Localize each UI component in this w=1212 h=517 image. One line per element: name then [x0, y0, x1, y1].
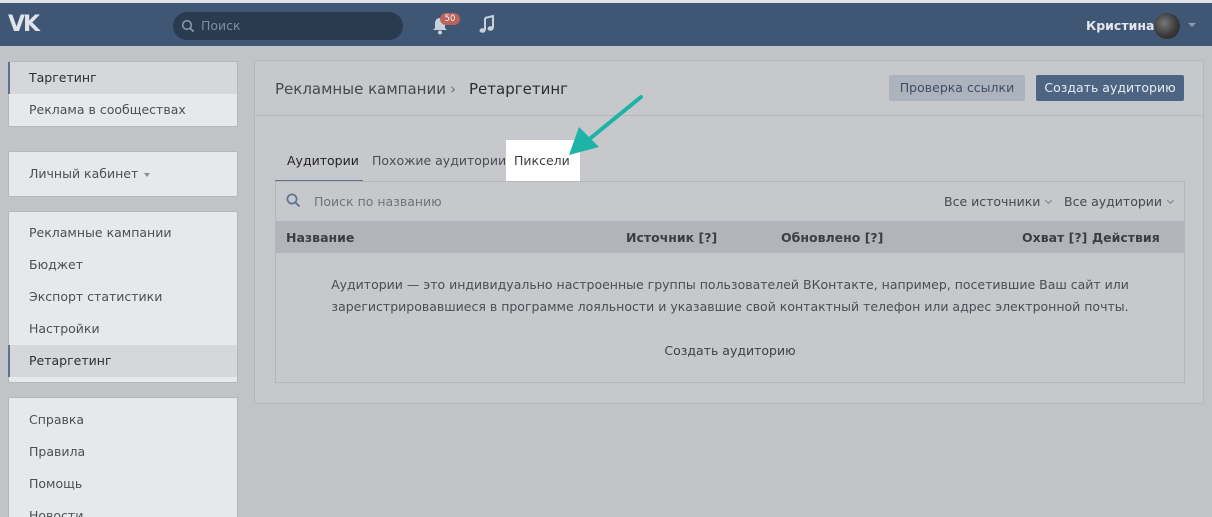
check-link-button[interactable]: Проверка ссылки — [889, 75, 1025, 101]
tab-audiences[interactable]: Аудитории — [287, 153, 359, 168]
profile-username[interactable]: Кристина — [1086, 18, 1154, 33]
create-audience-button[interactable]: Создать аудиторию — [1036, 75, 1184, 101]
sidebar-item-help[interactable]: Справка — [9, 404, 237, 436]
sidebar-group-targeting: Таргетинг Реклама в сообществах — [8, 61, 238, 127]
sidebar-item-settings[interactable]: Настройки — [9, 313, 237, 345]
audiences-filter-label: Все аудитории — [1064, 194, 1163, 209]
global-search-input[interactable]: Поиск — [173, 12, 403, 40]
search-icon — [181, 18, 195, 37]
vk-logo[interactable]: VK — [8, 12, 40, 37]
sidebar-item-export-stats[interactable]: Экспорт статистики — [9, 281, 237, 313]
sidebar-group-account: Личный кабинет — [8, 151, 238, 197]
sources-filter-label: Все источники — [944, 194, 1041, 209]
column-source[interactable]: Источник [?] — [626, 230, 717, 245]
music-icon[interactable] — [478, 14, 496, 39]
column-name[interactable]: Название — [286, 230, 354, 245]
create-audience-link: Создать аудиторию — [276, 343, 1184, 358]
chevron-down-icon[interactable] — [1188, 23, 1196, 27]
page-title: Ретаргетинг — [469, 80, 569, 98]
empty-state-text-line1: Аудитории — это индивидуально настроенны… — [331, 277, 1129, 292]
audience-search-input[interactable]: Поиск по названию — [314, 194, 442, 209]
column-updated[interactable]: Обновлено [?] — [781, 230, 883, 245]
sidebar-item-budget[interactable]: Бюджет — [9, 249, 237, 281]
tab-lookalike-audiences[interactable]: Похожие аудитории — [372, 153, 506, 168]
column-actions: Действия — [1092, 230, 1160, 245]
sidebar-group-help: Справка Правила Помощь Новости — [8, 397, 238, 517]
sidebar-item-retargeting[interactable]: Ретаргетинг — [8, 345, 237, 377]
sidebar-group-campaigns: Рекламные кампании Бюджет Экспорт статис… — [8, 211, 238, 383]
sidebar-item-community-ads[interactable]: Реклама в сообществах — [9, 94, 237, 126]
sidebar-item-label: Личный кабинет — [29, 166, 139, 181]
empty-state-text-line2: зарегистрировавшиеся в программе лояльно… — [331, 299, 1129, 314]
sidebar-item-news[interactable]: Новости — [9, 500, 237, 517]
top-navigation-bar: VK Поиск 50 Кристина — [0, 0, 1212, 46]
panel-header: Рекламные кампании › Ретаргетинг Проверк… — [255, 61, 1203, 116]
audiences-filter-dropdown[interactable]: Все аудитории — [1064, 194, 1175, 209]
sidebar-item-support[interactable]: Помощь — [9, 468, 237, 500]
search-placeholder: Поиск — [201, 18, 241, 33]
chevron-down-icon — [1167, 196, 1175, 205]
column-reach[interactable]: Охват [?] — [1022, 230, 1087, 245]
sidebar-item-rules[interactable]: Правила — [9, 436, 237, 468]
sidebar-item-campaigns[interactable]: Рекламные кампании — [9, 217, 237, 249]
table-header: Название Источник [?] Обновлено [?] Охва… — [276, 221, 1184, 253]
audiences-table: Поиск по названию Все источники Все ауди… — [275, 181, 1185, 383]
breadcrumb-separator-icon: › — [450, 80, 456, 98]
search-icon — [286, 193, 301, 212]
create-audience-link-label[interactable]: Создать аудиторию — [664, 343, 795, 358]
chevron-down-icon — [1045, 196, 1053, 205]
retargeting-panel: Рекламные кампании › Ретаргетинг Проверк… — [254, 60, 1204, 404]
breadcrumb-parent[interactable]: Рекламные кампании — [275, 80, 446, 98]
notification-badge: 50 — [440, 13, 460, 25]
caret-down-icon — [144, 172, 151, 177]
sidebar-item-targeting[interactable]: Таргетинг — [8, 62, 237, 94]
sources-filter-dropdown[interactable]: Все источники — [944, 194, 1053, 209]
annotation-arrow-icon — [569, 95, 643, 155]
avatar[interactable] — [1154, 13, 1180, 39]
sidebar-item-personal-cabinet[interactable]: Личный кабинет — [9, 158, 237, 190]
